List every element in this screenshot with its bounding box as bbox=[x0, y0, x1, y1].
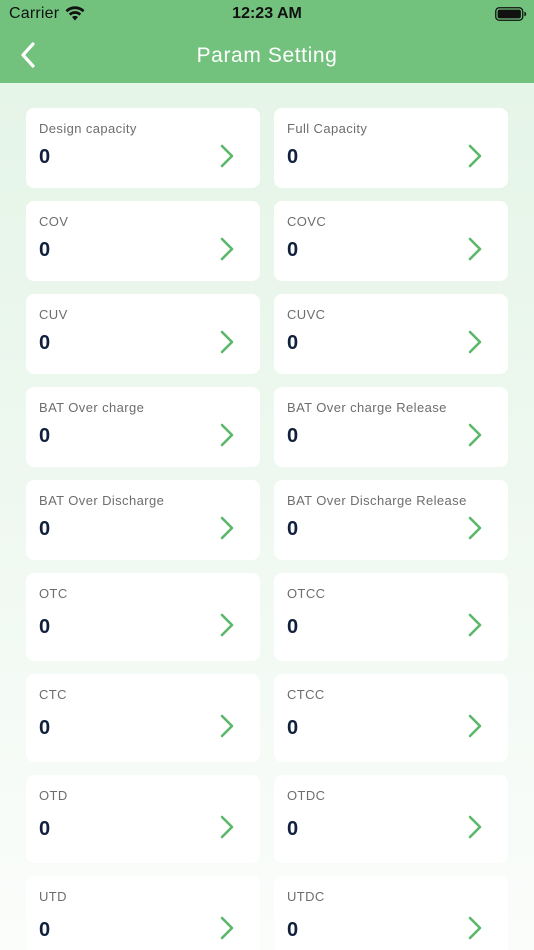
param-card[interactable]: UTD 0 bbox=[26, 876, 260, 950]
param-label: OTD bbox=[39, 788, 68, 803]
param-card[interactable]: OTC 0 bbox=[26, 573, 260, 661]
battery-icon bbox=[495, 7, 527, 21]
param-label: BAT Over charge Release bbox=[287, 400, 447, 415]
param-label: Full Capacity bbox=[287, 121, 368, 136]
param-label: Design capacity bbox=[39, 121, 137, 136]
chevron-right-icon bbox=[220, 330, 234, 354]
param-grid: Design capacity 0 Full Capacity 0 COV 0 COVC 0 C… bbox=[26, 108, 508, 950]
param-card[interactable]: BAT Over charge 0 bbox=[26, 387, 260, 467]
page-title: Param Setting bbox=[196, 44, 338, 67]
param-label: OTC bbox=[39, 586, 68, 601]
param-value: 0 bbox=[39, 332, 51, 354]
param-value: 0 bbox=[287, 919, 299, 941]
header: Carrier 12:23 AM Param Setting bbox=[0, 0, 534, 83]
param-value: 0 bbox=[39, 146, 51, 168]
param-value: 0 bbox=[287, 818, 299, 840]
param-card[interactable]: OTD 0 bbox=[26, 775, 260, 863]
param-value: 0 bbox=[39, 239, 51, 261]
param-card[interactable]: CTC 0 bbox=[26, 674, 260, 762]
chevron-right-icon bbox=[468, 613, 482, 637]
navigation-bar: Param Setting bbox=[0, 28, 534, 83]
param-value: 0 bbox=[39, 919, 51, 941]
param-card[interactable]: Design capacity 0 bbox=[26, 108, 260, 188]
chevron-left-icon bbox=[21, 42, 35, 68]
param-label: UTDC bbox=[287, 889, 325, 904]
chevron-right-icon bbox=[220, 144, 234, 168]
param-value: 0 bbox=[39, 818, 51, 840]
chevron-right-icon bbox=[468, 516, 482, 540]
chevron-right-icon bbox=[220, 237, 234, 261]
param-card[interactable]: BAT Over Discharge Release 0 bbox=[274, 480, 508, 560]
chevron-right-icon bbox=[468, 815, 482, 839]
chevron-right-icon bbox=[220, 516, 234, 540]
param-card[interactable]: UTDC 0 bbox=[274, 876, 508, 950]
chevron-right-icon bbox=[468, 916, 482, 940]
param-label: CTCC bbox=[287, 687, 325, 702]
param-value: 0 bbox=[287, 616, 299, 638]
param-value: 0 bbox=[287, 717, 299, 739]
chevron-right-icon bbox=[220, 815, 234, 839]
param-label: BAT Over Discharge Release bbox=[287, 493, 467, 508]
param-card[interactable]: CUV 0 bbox=[26, 294, 260, 374]
param-label: COVC bbox=[287, 214, 327, 229]
param-value: 0 bbox=[287, 239, 299, 261]
param-card[interactable]: OTDC 0 bbox=[274, 775, 508, 863]
param-card[interactable]: OTCC 0 bbox=[274, 573, 508, 661]
param-label: OTDC bbox=[287, 788, 326, 803]
param-value: 0 bbox=[287, 518, 299, 540]
param-value: 0 bbox=[287, 332, 299, 354]
param-label: OTCC bbox=[287, 586, 326, 601]
chevron-right-icon bbox=[220, 613, 234, 637]
param-card[interactable]: BAT Over charge Release 0 bbox=[274, 387, 508, 467]
param-card[interactable]: COV 0 bbox=[26, 201, 260, 281]
chevron-right-icon bbox=[220, 714, 234, 738]
param-label: UTD bbox=[39, 889, 67, 904]
param-card[interactable]: Full Capacity 0 bbox=[274, 108, 508, 188]
param-card[interactable]: CUVC 0 bbox=[274, 294, 508, 374]
param-value: 0 bbox=[287, 425, 299, 447]
status-time: 12:23 AM bbox=[232, 5, 302, 22]
param-value: 0 bbox=[39, 425, 51, 447]
back-button[interactable] bbox=[10, 36, 46, 74]
param-value: 0 bbox=[39, 616, 51, 638]
param-card[interactable]: BAT Over Discharge 0 bbox=[26, 480, 260, 560]
param-label: BAT Over Discharge bbox=[39, 493, 165, 508]
param-value: 0 bbox=[39, 717, 51, 739]
chevron-right-icon bbox=[220, 916, 234, 940]
chevron-right-icon bbox=[468, 423, 482, 447]
param-label: COV bbox=[39, 214, 69, 229]
param-value: 0 bbox=[287, 146, 299, 168]
chevron-right-icon bbox=[468, 237, 482, 261]
param-label: BAT Over charge bbox=[39, 400, 145, 415]
param-value: 0 bbox=[39, 518, 51, 540]
param-label: CUV bbox=[39, 307, 68, 322]
chevron-right-icon bbox=[220, 423, 234, 447]
param-label: CTC bbox=[39, 687, 67, 702]
chevron-right-icon bbox=[468, 330, 482, 354]
status-bar: Carrier 12:23 AM bbox=[0, 0, 534, 28]
param-card[interactable]: CTCC 0 bbox=[274, 674, 508, 762]
chevron-right-icon bbox=[468, 714, 482, 738]
param-label: CUVC bbox=[287, 307, 326, 322]
chevron-right-icon bbox=[468, 144, 482, 168]
param-card[interactable]: COVC 0 bbox=[274, 201, 508, 281]
